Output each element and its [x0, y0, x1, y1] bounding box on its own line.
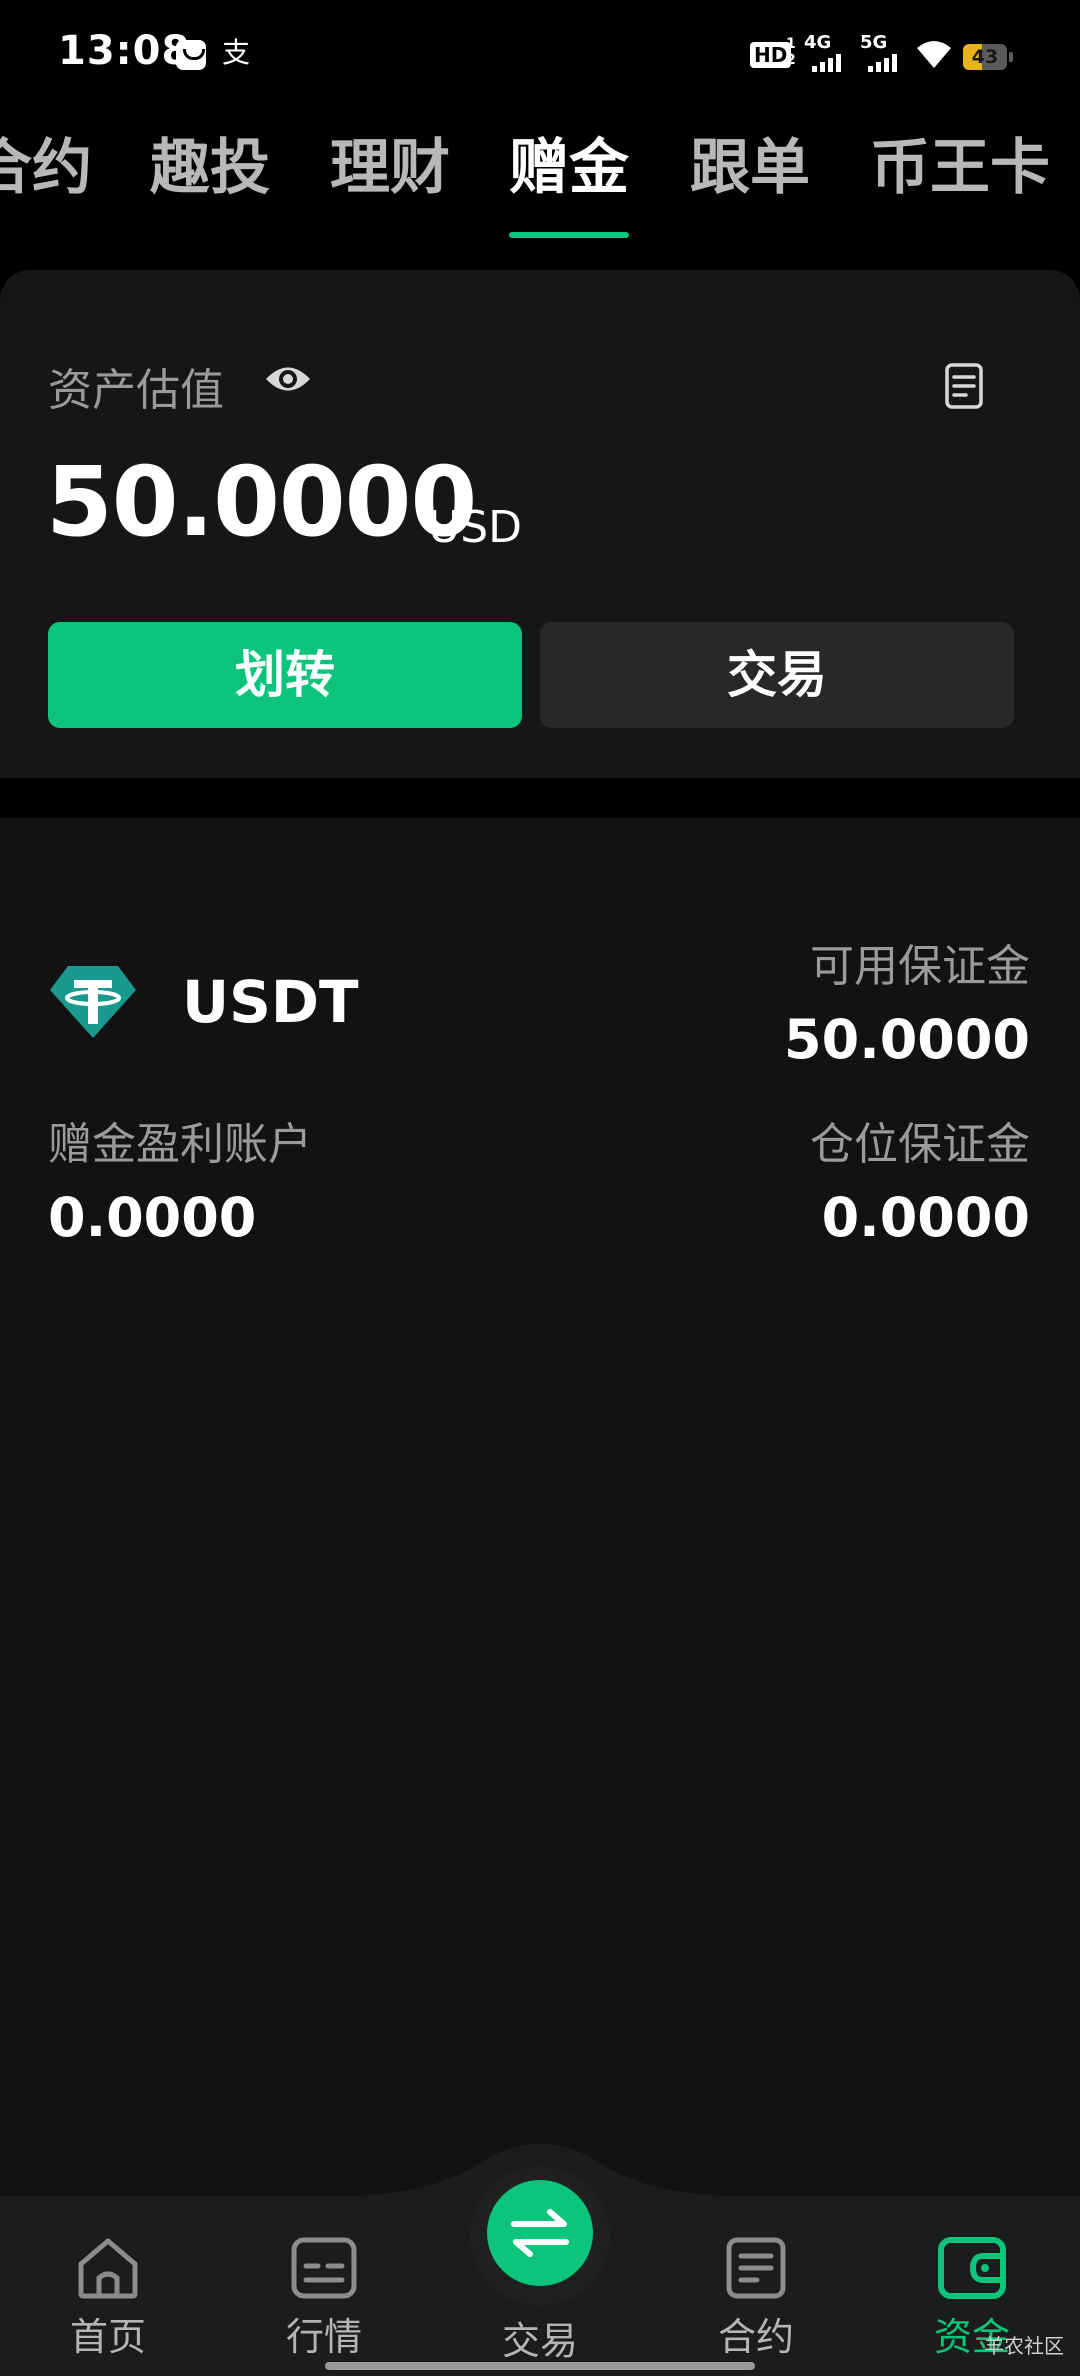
nav-item-futures[interactable]: 合约	[676, 2236, 836, 2361]
wifi-icon	[917, 41, 951, 68]
battery-icon: 43	[963, 44, 1007, 70]
nav-label-market: 行情	[285, 2315, 362, 2359]
trade-button[interactable]: 交易	[540, 622, 1014, 728]
swap-arrows-icon	[511, 2209, 569, 2257]
tab-fun-invest[interactable]: 趣投	[150, 135, 270, 201]
available-margin-label: 可用保证金	[810, 941, 1030, 992]
wallet-icon	[938, 2237, 1006, 2299]
eye-icon[interactable]	[264, 362, 312, 396]
nav-item-market[interactable]: 行情	[244, 2236, 404, 2361]
coin-name: USDT	[182, 968, 359, 1036]
nav-item-home[interactable]: 首页	[28, 2236, 188, 2361]
futures-icon	[726, 2237, 786, 2299]
position-margin-block: 仓位保证金 0.0000	[810, 1108, 1030, 1249]
active-tab-indicator	[509, 232, 629, 238]
home-icon	[78, 2238, 138, 2299]
section-divider	[0, 778, 1080, 818]
top-tab-bar: 合约 趣投 理财 赠金 跟单 币王卡	[0, 115, 1080, 255]
asset-card: 资产估值 50.0000 USD 划转 交易	[0, 270, 1080, 778]
bonus-profit-block: 赠金盈利账户 0.0000	[48, 1108, 312, 1249]
bonus-profit-account-value: 0.0000	[48, 1186, 257, 1249]
position-margin-label: 仓位保证金	[810, 1119, 1030, 1170]
position-margin-value: 0.0000	[821, 1186, 1030, 1249]
signal-strength-icon	[868, 52, 897, 72]
record-document-icon[interactable]	[944, 362, 984, 410]
signal-strength-icon	[812, 52, 841, 72]
alipay-icon: 支	[222, 36, 251, 69]
bonus-profit-account-label: 赠金盈利账户	[48, 1119, 312, 1170]
asset-unit: USD	[428, 502, 523, 553]
network-type-5g: 5G	[860, 32, 888, 53]
nav-label-trade: 交易	[501, 2319, 578, 2363]
asset-amount: 50.0000	[46, 446, 477, 558]
message-notification-icon	[176, 40, 206, 70]
nav-item-trade[interactable]	[487, 2180, 593, 2286]
available-margin-value: 50.0000	[784, 1008, 1030, 1071]
tab-coin-king-card[interactable]: 币王卡	[870, 135, 1050, 201]
status-bar: 13:08 支 HD 1 2 4G 5G 43	[0, 0, 1080, 115]
usdt-coin-icon	[50, 966, 136, 1038]
battery-percentage: 43	[971, 46, 999, 68]
home-indicator[interactable]	[325, 2362, 755, 2370]
hd-sim-index: 1 2	[786, 36, 796, 68]
nav-label-home: 首页	[69, 2315, 146, 2359]
watermark: 羊农社区	[984, 2334, 1064, 2358]
battery-cap	[1009, 52, 1013, 62]
tab-bonus[interactable]: 赠金	[509, 135, 629, 201]
bonus-account-section: USDT 可用保证金 50.0000 赠金盈利账户 0.0000 仓位保证金 0…	[0, 818, 1080, 2198]
available-margin-block: 可用保证金 50.0000	[784, 930, 1030, 1071]
asset-valuation-label: 资产估值	[48, 365, 224, 416]
status-time: 13:08	[58, 28, 191, 74]
nav-label-futures: 合约	[717, 2315, 794, 2359]
transfer-button[interactable]: 划转	[48, 622, 522, 728]
tab-copy-trading[interactable]: 跟单	[690, 135, 810, 201]
tab-futures[interactable]: 合约	[0, 135, 92, 201]
tab-wealth[interactable]: 理财	[330, 135, 450, 201]
market-icon	[291, 2237, 357, 2299]
network-type-4g: 4G	[804, 32, 832, 53]
